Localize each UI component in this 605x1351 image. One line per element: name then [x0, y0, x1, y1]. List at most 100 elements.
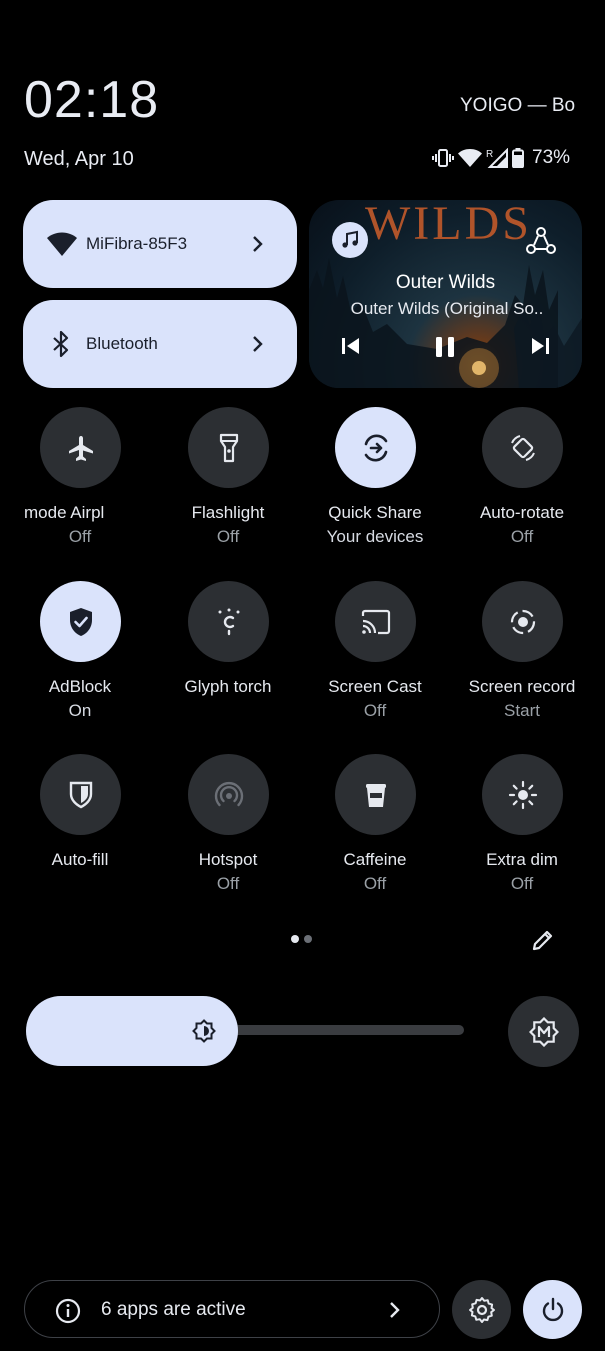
hotspot-icon [214, 781, 243, 806]
page-indicator [291, 935, 312, 943]
tile-button[interactable] [482, 581, 563, 662]
brightness-icon [192, 1019, 216, 1043]
tile-button[interactable] [482, 407, 563, 488]
tile-state: Your devices [326, 527, 424, 546]
tile-button[interactable] [188, 581, 269, 662]
tile-button[interactable] [335, 581, 416, 662]
chevron-right-icon [390, 1302, 400, 1318]
signal-roaming-icon: R [486, 148, 508, 168]
tile-state: Off [510, 527, 534, 546]
tile-button[interactable] [188, 754, 269, 835]
battery-percent: 73% [532, 147, 571, 168]
tile-button[interactable] [482, 754, 563, 835]
tile-state: Off [68, 527, 92, 546]
tile-state: Off [510, 874, 534, 893]
date: Wed, Apr 10 [24, 148, 134, 170]
tile-auto-rotate[interactable]: Auto-rotate Off [452, 407, 592, 557]
media-player[interactable]: WILDS Outer Wilds Outer Wilds (Original … [309, 200, 582, 388]
tile-label: Screen record [468, 677, 576, 696]
screen-record-icon [510, 609, 535, 634]
wifi-icon [47, 232, 77, 256]
tile-button[interactable] [335, 754, 416, 835]
coffee-cup-icon [365, 783, 386, 807]
svg-text:R: R [486, 149, 493, 160]
tile-glyph-torch[interactable]: Glyph torch [158, 581, 298, 731]
tile-label: mode Airpl [24, 503, 105, 522]
bitwarden-shield-icon [69, 781, 92, 808]
next-track-icon[interactable] [529, 336, 551, 356]
tile-state: Off [363, 874, 387, 893]
airplane-icon [68, 435, 93, 461]
tile-label: Extra dim [486, 850, 558, 869]
tile-label: Quick Share [328, 503, 422, 522]
tile-label: Flashlight [191, 503, 265, 522]
quick-share-icon [364, 434, 387, 461]
clock: 02:18 [24, 71, 160, 129]
settings-button[interactable] [452, 1280, 511, 1339]
tile-adblock[interactable]: AdBlock On [10, 581, 150, 731]
tile-button[interactable] [40, 407, 121, 488]
flashlight-icon [219, 433, 238, 462]
extra-dim-icon [508, 780, 537, 809]
tile-state: Off [216, 874, 240, 893]
tile-label: Auto-rotate [479, 503, 565, 522]
music-note-icon [342, 230, 358, 248]
active-apps-label: 6 apps are active [101, 1299, 246, 1320]
tile-label: Glyph torch [184, 677, 272, 696]
edit-pencil-icon[interactable] [530, 927, 556, 953]
auto-brightness-button[interactable] [508, 996, 579, 1067]
tile-label: Screen Cast [328, 677, 422, 696]
tile-quick-share[interactable]: Quick Share Your devices [305, 407, 445, 557]
tile-button[interactable] [40, 754, 121, 835]
tile-airplane-mode[interactable]: mode Airpl Off [10, 407, 150, 557]
tile-hotspot[interactable]: Hotspot Off [158, 754, 298, 904]
wifi-tile[interactable]: MiFibra-85F3 [23, 200, 297, 288]
power-button[interactable] [523, 1280, 582, 1339]
auto-brightness-icon [528, 1016, 559, 1047]
tile-label: Caffeine [343, 850, 407, 869]
bluetooth-tile[interactable]: Bluetooth [23, 300, 297, 388]
tile-state: Off [363, 701, 387, 720]
bluetooth-icon [53, 330, 69, 358]
tile-extra-dim[interactable]: Extra dim Off [452, 754, 592, 904]
tile-label: Auto-fill [51, 850, 109, 869]
info-icon [55, 1298, 81, 1324]
tile-label: AdBlock [48, 677, 112, 696]
pause-icon[interactable] [433, 336, 457, 358]
chevron-right-icon [253, 336, 263, 352]
tile-screen-cast[interactable]: Screen Cast Off [305, 581, 445, 731]
output-device-icon[interactable] [525, 226, 557, 256]
tile-flashlight[interactable]: Flashlight Off [158, 407, 298, 557]
tile-state: On [68, 701, 92, 720]
active-apps-button[interactable]: 6 apps are active [24, 1280, 440, 1338]
tile-caffeine[interactable]: Caffeine Off [305, 754, 445, 904]
page-dot-active [291, 935, 299, 943]
glyph-torch-icon [218, 608, 239, 635]
wifi-network-name: MiFibra-85F3 [86, 234, 188, 253]
page-dot [304, 935, 312, 943]
chevron-right-icon [253, 236, 263, 252]
tile-button[interactable] [335, 407, 416, 488]
gear-icon [468, 1296, 495, 1323]
tile-button[interactable] [188, 407, 269, 488]
album-art-text: WILDS [365, 200, 532, 250]
track-album: Outer Wilds (Original So.. [350, 299, 544, 318]
track-title: Outer Wilds [395, 272, 496, 293]
tile-auto-fill[interactable]: Auto-fill [10, 754, 150, 904]
tile-state: Start [504, 701, 540, 720]
bluetooth-label: Bluetooth [86, 334, 158, 353]
previous-track-icon[interactable] [340, 336, 362, 356]
wifi-icon [458, 149, 482, 167]
tile-screen-record[interactable]: Screen record Start [452, 581, 592, 731]
carrier-name: YOIGO — Bou [460, 95, 576, 116]
cast-icon [361, 609, 390, 634]
brightness-slider-handle[interactable] [26, 996, 238, 1066]
battery-icon [512, 148, 524, 168]
tile-state: Off [216, 527, 240, 546]
status-icons: R 73% [432, 146, 570, 170]
power-icon [542, 1297, 563, 1321]
tile-button[interactable] [40, 581, 121, 662]
shield-check-icon [69, 607, 92, 636]
media-app-icon[interactable] [332, 222, 368, 258]
vibrate-icon [432, 149, 454, 167]
